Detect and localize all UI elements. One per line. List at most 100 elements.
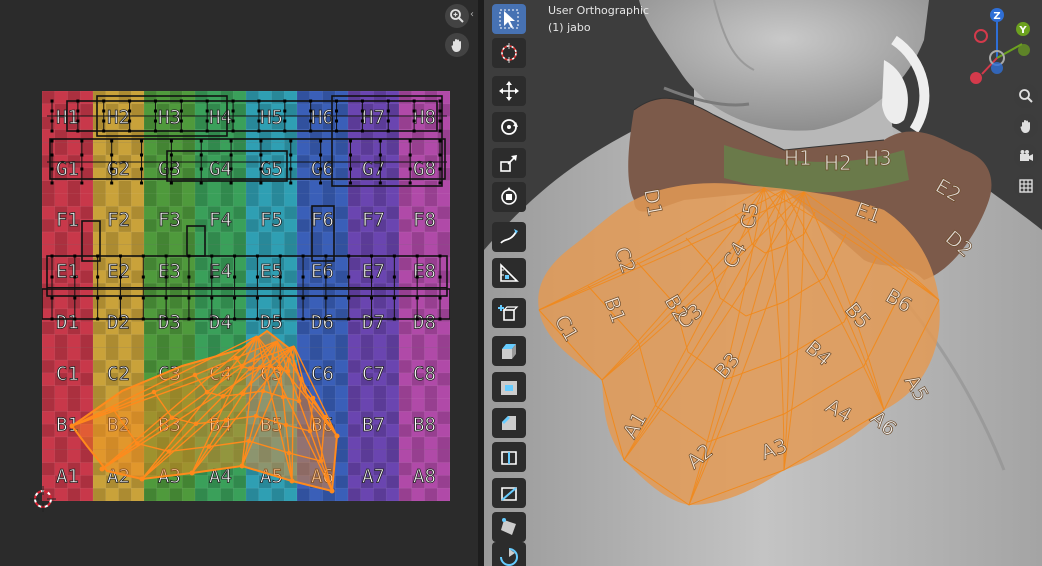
gizmo-x-axis-icon[interactable] [970, 72, 982, 84]
uv-checker-tile [437, 206, 450, 220]
uv-checker-tile [424, 385, 438, 399]
gizmo-neg-z-icon[interactable] [991, 62, 1003, 74]
uv-checker-tile [54, 449, 68, 463]
uv-checker-tile [93, 180, 106, 194]
cursor-tool[interactable] [492, 38, 526, 68]
transform-icon [501, 187, 517, 205]
uv-vertex [231, 109, 235, 113]
uv-vertex [378, 167, 382, 171]
uv-vertex [233, 317, 237, 321]
uv-checker-tile [105, 334, 119, 348]
move-tool[interactable] [492, 76, 526, 106]
uv-checker-tile [144, 296, 157, 309]
poly-build-tool[interactable] [492, 512, 526, 542]
transform-tool[interactable] [492, 182, 526, 212]
uv-checker-tile [424, 91, 438, 104]
uv-editor-panel[interactable]: ‹ H1 H2 H3 H4 H5 H6 H7 H8 G1 G2 G3 G4 G5 G6 G7 G8 F1 F2 F3… [0, 0, 478, 566]
uv-vertex [319, 167, 323, 171]
uv-checker-tile [411, 142, 425, 156]
uv-cell-label: G8 [413, 158, 436, 180]
select-box-tool[interactable] [492, 4, 526, 34]
collapse-arrow-icon[interactable]: ‹ [470, 8, 478, 22]
uv-zoom-button[interactable] [445, 4, 469, 28]
knife-tool[interactable] [492, 478, 526, 508]
uv-checker-tile [437, 372, 450, 386]
uv-vertex [415, 275, 419, 279]
uv-selected-vertex [206, 444, 212, 449]
uv-checker-tile [246, 321, 259, 335]
uv-checker-tile [271, 193, 285, 207]
uv-vertex [80, 181, 84, 185]
uv-cell-label: A8 [413, 465, 436, 487]
uv-checker-tile [246, 155, 259, 168]
uv-checker-tile [386, 449, 399, 463]
gizmo-neg-y-icon[interactable] [1018, 44, 1030, 56]
inset-tool[interactable] [492, 372, 526, 402]
navigation-gizmo[interactable]: Z Y [954, 2, 1042, 90]
uv-vertex [283, 119, 287, 123]
uv-checker-tile [42, 321, 55, 335]
uv-cell-label: G3 [158, 158, 181, 180]
viewport-camera-button[interactable] [1014, 144, 1038, 168]
uv-vertex [360, 109, 364, 113]
spin-tool[interactable] [492, 542, 526, 566]
rotate-tool[interactable] [492, 112, 526, 142]
gizmo-neg-x-icon[interactable] [974, 29, 988, 43]
uv-vertex [128, 109, 132, 113]
uv-checker-tile [399, 91, 412, 104]
viewport-zoom-button[interactable] [1014, 84, 1038, 108]
measure-tool[interactable] [492, 258, 526, 288]
uv-selected-vertex [169, 415, 175, 421]
uv-vertex [50, 99, 54, 103]
uv-checker-tile [322, 385, 336, 399]
uv-checker-tile [246, 180, 259, 194]
uv-cell-label: C7 [362, 363, 385, 385]
uv-cell-label: E2 [107, 260, 130, 282]
hand-icon [1020, 120, 1030, 133]
uv-vertex [141, 254, 145, 258]
add-cube-tool[interactable] [492, 298, 526, 328]
uv-vertex [80, 153, 84, 157]
bevel-tool[interactable] [492, 408, 526, 438]
uv-vertex [73, 317, 77, 321]
uv-vertex [153, 99, 157, 103]
uv-checker-tile [271, 296, 285, 309]
uv-checker-tile [424, 180, 438, 194]
uv-vertex [76, 109, 80, 113]
uv-vertex [283, 109, 287, 113]
uv-cell-label: A1 [56, 465, 79, 487]
scale-tool[interactable] [492, 148, 526, 178]
uv-selected-vertex [247, 366, 253, 371]
uv-vertex [102, 129, 106, 133]
3d-viewport[interactable]: A1 A2 A3 A4 A5 A6 B1 B2 B3 B4 B5 B6 C1 C2 C3 C4 C5 D1 D2 E1… [484, 0, 1042, 566]
uv-checker-tile [258, 231, 272, 245]
uv-checker-tile [182, 347, 195, 361]
uv-selected-vertex [220, 393, 226, 399]
uv-2d-cursor-icon[interactable] [30, 486, 56, 512]
uv-checker-tile [348, 360, 361, 373]
uv-cell-label: C2 [107, 363, 130, 385]
uv-vertex [278, 254, 282, 258]
extrude-tool[interactable] [492, 336, 526, 366]
uv-vertex [140, 139, 144, 143]
annotate-tool[interactable] [492, 222, 526, 252]
uv-cell-label: H7 [362, 107, 385, 129]
uv-vertex [347, 317, 351, 321]
uv-pan-button[interactable] [445, 33, 469, 57]
uv-checker-tile [297, 219, 310, 232]
viewport-perspective-button[interactable] [1014, 174, 1038, 198]
uv-texture-canvas[interactable]: H1 H2 H3 H4 H5 H6 H7 H8G1 G2 G3 G4 G5 G6 G7 G8F1 F2 F3 F4… [42, 91, 450, 501]
uv-vertex [438, 296, 442, 300]
uv-checker-tile [118, 488, 132, 501]
uv-vertex [96, 317, 100, 321]
uv-vertex [335, 99, 339, 103]
uv-vertex [205, 109, 209, 113]
uv-vertex [408, 139, 412, 143]
uv-vertex [199, 167, 203, 171]
viewport-pan-button[interactable] [1014, 114, 1038, 138]
uv-checker-tile [131, 206, 144, 220]
uv-cell-label: H5 [260, 107, 283, 129]
uv-checker-tile [144, 257, 157, 271]
uv-checker-tile [105, 347, 119, 361]
loop-cut-tool[interactable] [492, 442, 526, 472]
